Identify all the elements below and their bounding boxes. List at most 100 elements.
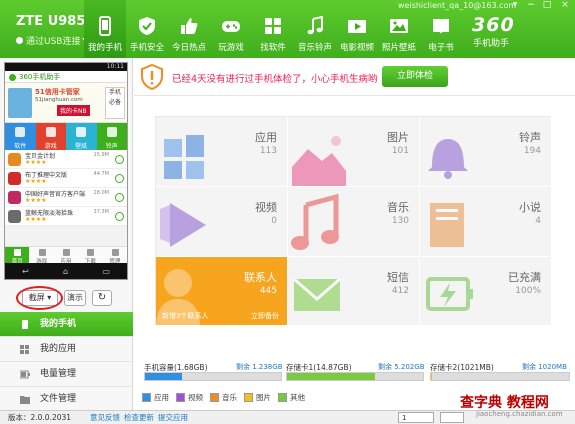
health-check-message: 已经4天没有进行过手机体检了，小心手机生病哟 bbox=[172, 74, 378, 85]
legend-swatch bbox=[176, 393, 185, 402]
legend-item: 视频 bbox=[176, 392, 203, 403]
banner-subtitle: 51jianghuan.com bbox=[35, 97, 83, 103]
nav-my-phone[interactable]: 我的手机 bbox=[84, 0, 126, 58]
storage-fill bbox=[145, 373, 182, 380]
tile-ringtones[interactable]: 铃声 194 bbox=[420, 117, 552, 187]
menu-item-my-apps[interactable]: 我的应用 bbox=[0, 337, 133, 362]
demo-button[interactable]: 演示 bbox=[64, 290, 86, 306]
storage-legend: 应用 视频 音乐 图片 其他 bbox=[142, 392, 305, 403]
banner-title: 51信用卡管家 bbox=[35, 88, 80, 96]
connection-status[interactable]: 通过USB连接 bbox=[16, 34, 89, 47]
storage-row: 手机容量(1.68GB) 剩余 1.238GB 存储卡1(14.87GB) 剩余… bbox=[142, 361, 575, 381]
menu-item-battery[interactable]: 电量管理 bbox=[0, 362, 133, 387]
banner-side: 手机 必备 bbox=[105, 87, 125, 119]
rating-stars: ★★★★ bbox=[25, 178, 47, 185]
nav-security[interactable]: 手机安全 bbox=[126, 0, 168, 58]
check-now-button[interactable]: 立即体检 bbox=[382, 66, 448, 87]
banner-side-line: 手机 bbox=[108, 89, 121, 96]
nav-music[interactable]: 音乐铃声 bbox=[294, 0, 336, 58]
tile-count: 412 bbox=[391, 286, 409, 296]
legend-label: 其他 bbox=[290, 393, 305, 402]
tile-title: 小说 bbox=[519, 201, 541, 214]
tile-battery[interactable]: 已充满 100% bbox=[420, 257, 552, 326]
menu-item-label: 我的手机 bbox=[40, 319, 77, 329]
nav-find-apps[interactable]: 找软件 bbox=[252, 0, 294, 58]
nav-label: 手机安全 bbox=[129, 43, 164, 53]
download-icon bbox=[115, 174, 124, 183]
connection-dot-icon bbox=[16, 37, 23, 44]
app-grid-icon bbox=[265, 18, 281, 34]
download-icon bbox=[115, 212, 124, 221]
warning-shield-icon bbox=[141, 64, 163, 90]
phone-tab: 游戏 bbox=[29, 247, 53, 265]
nav-games[interactable]: 玩游戏 bbox=[210, 0, 252, 58]
tile-sms[interactable]: 短信 412 bbox=[288, 257, 420, 326]
app-icon bbox=[8, 172, 21, 185]
menu-item-files[interactable]: 文件管理 bbox=[0, 387, 133, 412]
minimize-button[interactable]: − bbox=[524, 0, 538, 12]
legend-swatch bbox=[210, 393, 219, 402]
menu-item-my-phone[interactable]: 我的手机 bbox=[0, 312, 133, 337]
legend-label: 音乐 bbox=[222, 393, 237, 402]
page-go-button[interactable] bbox=[440, 412, 464, 423]
phone-category: 壁纸 bbox=[66, 123, 97, 150]
legend-swatch bbox=[142, 393, 151, 402]
tile-title: 音乐 bbox=[387, 201, 409, 214]
banner-image bbox=[8, 88, 32, 118]
storage-bar bbox=[286, 372, 424, 381]
tile-count: 445 bbox=[259, 286, 277, 296]
nav-label: 找软件 bbox=[260, 43, 286, 53]
check-update-link[interactable]: 检查更新 bbox=[124, 411, 154, 424]
back-icon: ↩ bbox=[22, 266, 29, 276]
download-icon bbox=[115, 193, 124, 202]
phone-actions: 截屏 ▾ 演示 ↻ bbox=[0, 286, 133, 310]
storage-fill bbox=[431, 373, 433, 380]
nav-label: 玩游戏 bbox=[218, 43, 244, 53]
app-icon bbox=[8, 153, 21, 166]
list-item: 蓝鲸无限淡海拾珠 ★★★★ 37.3M bbox=[5, 207, 127, 226]
tile-count: 0 bbox=[271, 216, 277, 226]
storage-free: 剩余 1020MB bbox=[522, 363, 567, 371]
refresh-button[interactable]: ↻ bbox=[92, 290, 112, 306]
nav-hot-today[interactable]: 今日热点 bbox=[168, 0, 210, 58]
tile-contacts[interactable]: 联系人 445 新增3个联系人 立即备份 bbox=[156, 257, 288, 326]
menu-button[interactable]: ▾ bbox=[508, 0, 522, 12]
backup-now-link[interactable]: 立即备份 bbox=[251, 311, 279, 321]
book-icon bbox=[433, 19, 449, 34]
device-name: ZTE U985 bbox=[16, 14, 86, 29]
thumbs-up-icon bbox=[181, 18, 198, 34]
tile-videos[interactable]: 视频 0 bbox=[156, 187, 288, 257]
list-item: 中国好声音官方客户端 ★★★★ 28.0M bbox=[5, 188, 127, 207]
tile-pictures[interactable]: 图片 101 bbox=[288, 117, 420, 187]
tile-novels[interactable]: 小说 4 bbox=[420, 187, 552, 257]
submit-app-link[interactable]: 提交应用 bbox=[158, 411, 188, 424]
phone-tab: 管理 bbox=[103, 247, 127, 265]
connection-label: 通过USB连接 bbox=[26, 37, 81, 47]
account-email[interactable]: weishiclient_qa_10@163.com bbox=[398, 1, 516, 10]
phone-status-bar: 10:11 bbox=[5, 63, 127, 71]
nav-video[interactable]: 电影视频 bbox=[336, 0, 378, 58]
legend-swatch bbox=[244, 393, 253, 402]
list-item: 布丁推理中文版 ★★★★ 44.7M bbox=[5, 169, 127, 188]
feedback-link[interactable]: 意见反馈 bbox=[90, 411, 120, 424]
phone-tab: 应用 bbox=[54, 247, 78, 265]
tile-count: 194 bbox=[523, 146, 541, 156]
phone-nav-bar: ↩ ⌂ ▭ bbox=[5, 263, 127, 279]
phone-tab: 下载 bbox=[78, 247, 102, 265]
battery-icon bbox=[20, 370, 30, 379]
phone-preview[interactable]: 10:11 360手机助手 51信用卡管家 51jianghuan.com 我的… bbox=[4, 62, 128, 280]
tile-music[interactable]: 音乐 130 bbox=[288, 187, 420, 257]
menu-item-label: 电量管理 bbox=[40, 369, 77, 379]
storage-phone: 手机容量(1.68GB) 剩余 1.238GB bbox=[142, 361, 283, 381]
nav-label: 我的手机 bbox=[87, 43, 122, 53]
page-number-input[interactable]: 1 bbox=[398, 412, 434, 423]
phone-app-title: 360手机助手 bbox=[5, 71, 127, 83]
legend-label: 视频 bbox=[188, 393, 203, 402]
app-size: 15.9M bbox=[93, 152, 109, 158]
maximize-button[interactable]: □ bbox=[540, 0, 554, 12]
close-button[interactable]: × bbox=[558, 0, 572, 12]
nav-label: 音乐铃声 bbox=[297, 43, 332, 53]
tile-title: 联系人 bbox=[244, 271, 277, 284]
tile-apps[interactable]: 应用 113 bbox=[156, 117, 288, 187]
legend-item: 应用 bbox=[142, 392, 169, 403]
